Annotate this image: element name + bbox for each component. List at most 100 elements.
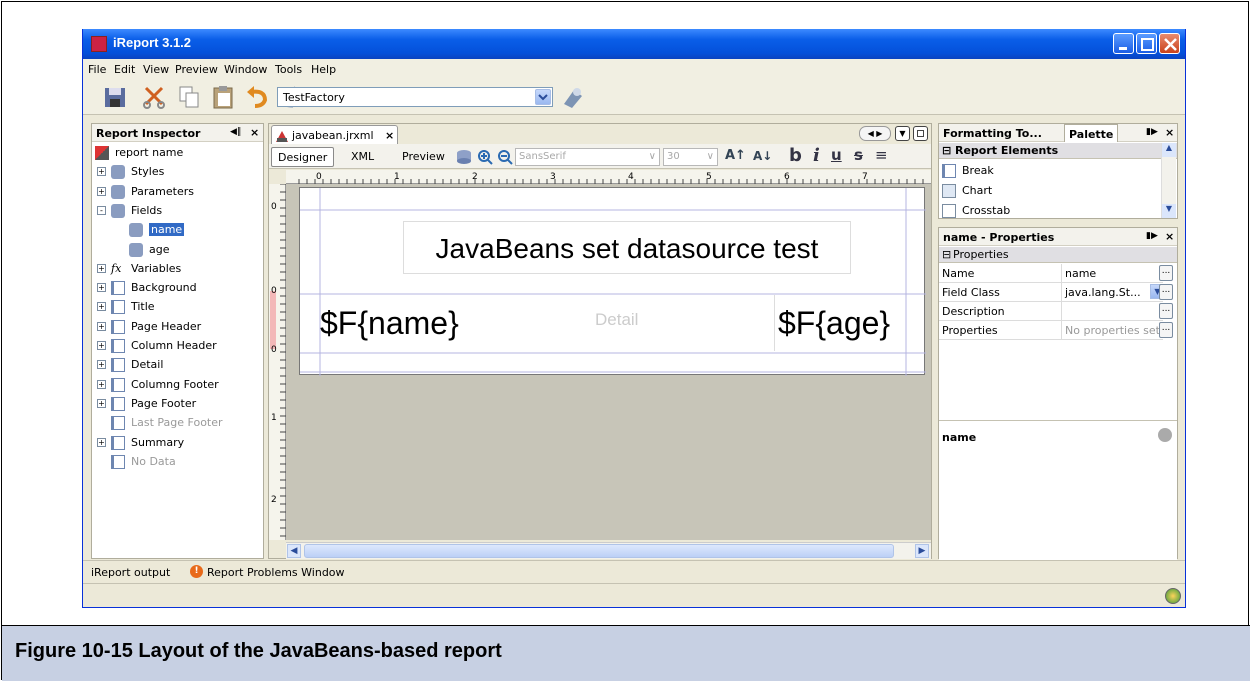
menu-preview[interactable]: Preview — [175, 63, 218, 76]
menu-view[interactable]: View — [143, 63, 169, 76]
close-panel-icon[interactable]: × — [1165, 230, 1174, 243]
close-tab-icon[interactable]: × — [385, 129, 394, 142]
expand-icon[interactable]: + — [97, 321, 106, 331]
close-button[interactable] — [1159, 33, 1180, 54]
chevron-down-icon[interactable] — [535, 89, 551, 105]
paste-icon[interactable] — [210, 84, 236, 110]
tab-scroll-arrows-icon[interactable]: ◀ ▶ — [859, 126, 891, 141]
minimize-button[interactable] — [1113, 33, 1134, 54]
name-field-element[interactable]: $F{name} — [320, 295, 480, 351]
tab-formatting-tools[interactable]: Formatting To... — [943, 127, 1042, 140]
font-size-select[interactable]: 30 ∨ — [663, 148, 718, 166]
age-field-element[interactable]: $F{age} — [774, 295, 906, 351]
font-name-select[interactable]: SansSerif ∨ — [515, 148, 660, 166]
italic-icon[interactable]: i — [813, 145, 820, 166]
design-canvas[interactable]: JavaBeans set datasource test Detail $F{… — [286, 184, 931, 540]
tree-item-label: Title — [131, 300, 155, 314]
expand-icon[interactable]: + — [97, 302, 106, 312]
expand-icon[interactable]: + — [97, 360, 106, 370]
expand-icon[interactable]: + — [97, 263, 106, 273]
increase-font-icon[interactable]: A↑ — [725, 148, 746, 163]
property-row-field-class[interactable]: Field Class java.lang.St... ▼ ... — [939, 283, 1173, 302]
close-panel-icon[interactable]: × — [250, 126, 259, 139]
expand-icon[interactable]: + — [97, 398, 106, 408]
menu-edit[interactable]: Edit — [114, 63, 135, 76]
property-row-name[interactable]: Name name ... — [939, 264, 1173, 283]
collapse-icon[interactable]: - — [97, 205, 106, 215]
tab-palette[interactable]: Palette — [1064, 124, 1119, 142]
tree-item-label: Styles — [131, 165, 165, 179]
report-page: JavaBeans set datasource test Detail $F{… — [299, 187, 926, 376]
property-row-description[interactable]: Description ... — [939, 302, 1173, 321]
property-value[interactable] — [1061, 302, 1159, 321]
cut-icon[interactable] — [141, 84, 167, 110]
maximize-button[interactable] — [1136, 33, 1157, 54]
underline-icon[interactable]: u — [831, 146, 842, 164]
zoom-in-icon[interactable] — [477, 149, 493, 165]
collapse-icon: ⊟ — [942, 144, 952, 157]
close-panel-icon[interactable]: × — [1165, 126, 1174, 139]
menu-window[interactable]: Window — [224, 63, 267, 76]
minimize-panel-icon[interactable]: ▮▶ — [1146, 127, 1158, 137]
expand-icon[interactable]: + — [97, 167, 106, 177]
ellipsis-button[interactable]: ... — [1159, 303, 1173, 319]
property-row-properties[interactable]: Properties No properties set ... — [939, 321, 1173, 340]
designer-mode-button[interactable]: Designer — [271, 147, 335, 167]
expand-icon[interactable]: + — [97, 341, 106, 350]
strikethrough-icon[interactable]: s — [854, 146, 863, 164]
palette-item-label: Chart — [962, 184, 993, 197]
tree-item-label: No Data — [131, 454, 176, 468]
preview-mode-button[interactable]: Preview — [396, 147, 451, 167]
menu-file[interactable]: File — [88, 63, 106, 76]
ellipsis-button[interactable]: ... — [1159, 284, 1173, 300]
report-elements-group[interactable]: ⊟ Report Elements — [939, 143, 1177, 159]
tab-javabean-jrxml[interactable]: javabean.jrxml × — [271, 125, 398, 145]
properties-group[interactable]: ⊟ Properties — [939, 247, 1177, 263]
scroll-up-icon[interactable]: ▲ — [1162, 143, 1176, 157]
property-value[interactable]: java.lang.St... — [1061, 283, 1147, 302]
ellipsis-button[interactable]: ... — [1159, 265, 1173, 281]
tab-list-icon[interactable]: ▼ — [895, 126, 910, 141]
xml-mode-button[interactable]: XML — [345, 147, 380, 167]
expand-icon[interactable]: + — [97, 283, 106, 293]
expand-icon[interactable]: + — [97, 186, 106, 196]
property-value[interactable]: name — [1061, 264, 1159, 283]
ruler-tick-label: 1 — [394, 172, 400, 182]
decrease-font-icon[interactable]: A↓ — [753, 149, 772, 163]
menu-help[interactable]: Help — [311, 63, 336, 76]
expand-icon[interactable]: + — [97, 379, 106, 389]
bold-icon[interactable]: b — [789, 145, 802, 166]
property-value[interactable]: No properties set — [1061, 321, 1159, 340]
scroll-down-icon[interactable]: ▼ — [1162, 204, 1176, 218]
ellipsis-button[interactable]: ... — [1159, 322, 1173, 338]
properties-title: name - Properties — [943, 231, 1055, 244]
run-report-icon[interactable] — [560, 84, 586, 110]
scroll-right-icon[interactable]: ▶ — [915, 544, 929, 558]
database-icon[interactable] — [455, 149, 473, 165]
report-title-textfield[interactable]: JavaBeans set datasource test — [403, 221, 851, 274]
save-icon[interactable] — [102, 84, 128, 110]
ireport-output-tab[interactable]: iReport output — [91, 566, 170, 579]
maximize-icon — [1141, 38, 1154, 51]
report-problems-tab[interactable]: Report Problems Window — [207, 566, 345, 579]
zoom-out-icon[interactable] — [497, 149, 513, 165]
copy-icon[interactable] — [176, 84, 202, 110]
undo-icon[interactable] — [245, 84, 271, 110]
align-left-icon[interactable]: ≡ — [875, 146, 888, 164]
minimize-panel-icon[interactable]: ▮▶ — [1146, 231, 1158, 241]
ruler-tick-label: 2 — [472, 172, 478, 182]
font-size-value: 30 — [667, 151, 680, 162]
scroll-left-icon[interactable]: ◀ — [287, 544, 301, 558]
report-inspector-panel: Report Inspector ◀‖ × report name + Styles… — [91, 123, 264, 559]
minimize-panel-icon[interactable]: ◀‖ — [230, 127, 241, 137]
chart-icon — [942, 184, 956, 198]
help-icon[interactable] — [1158, 428, 1172, 442]
menu-tools[interactable]: Tools — [275, 63, 302, 76]
horizontal-scrollbar[interactable]: ◀ ▶ — [286, 542, 931, 559]
palette-scrollbar[interactable]: ▲ ▼ — [1161, 143, 1176, 218]
maximize-editor-icon[interactable] — [913, 126, 928, 141]
datasource-combo[interactable]: TestFactory — [277, 87, 553, 107]
gc-status-icon[interactable] — [1165, 588, 1181, 604]
expand-icon[interactable]: + — [97, 437, 106, 447]
scroll-thumb[interactable] — [304, 544, 894, 558]
